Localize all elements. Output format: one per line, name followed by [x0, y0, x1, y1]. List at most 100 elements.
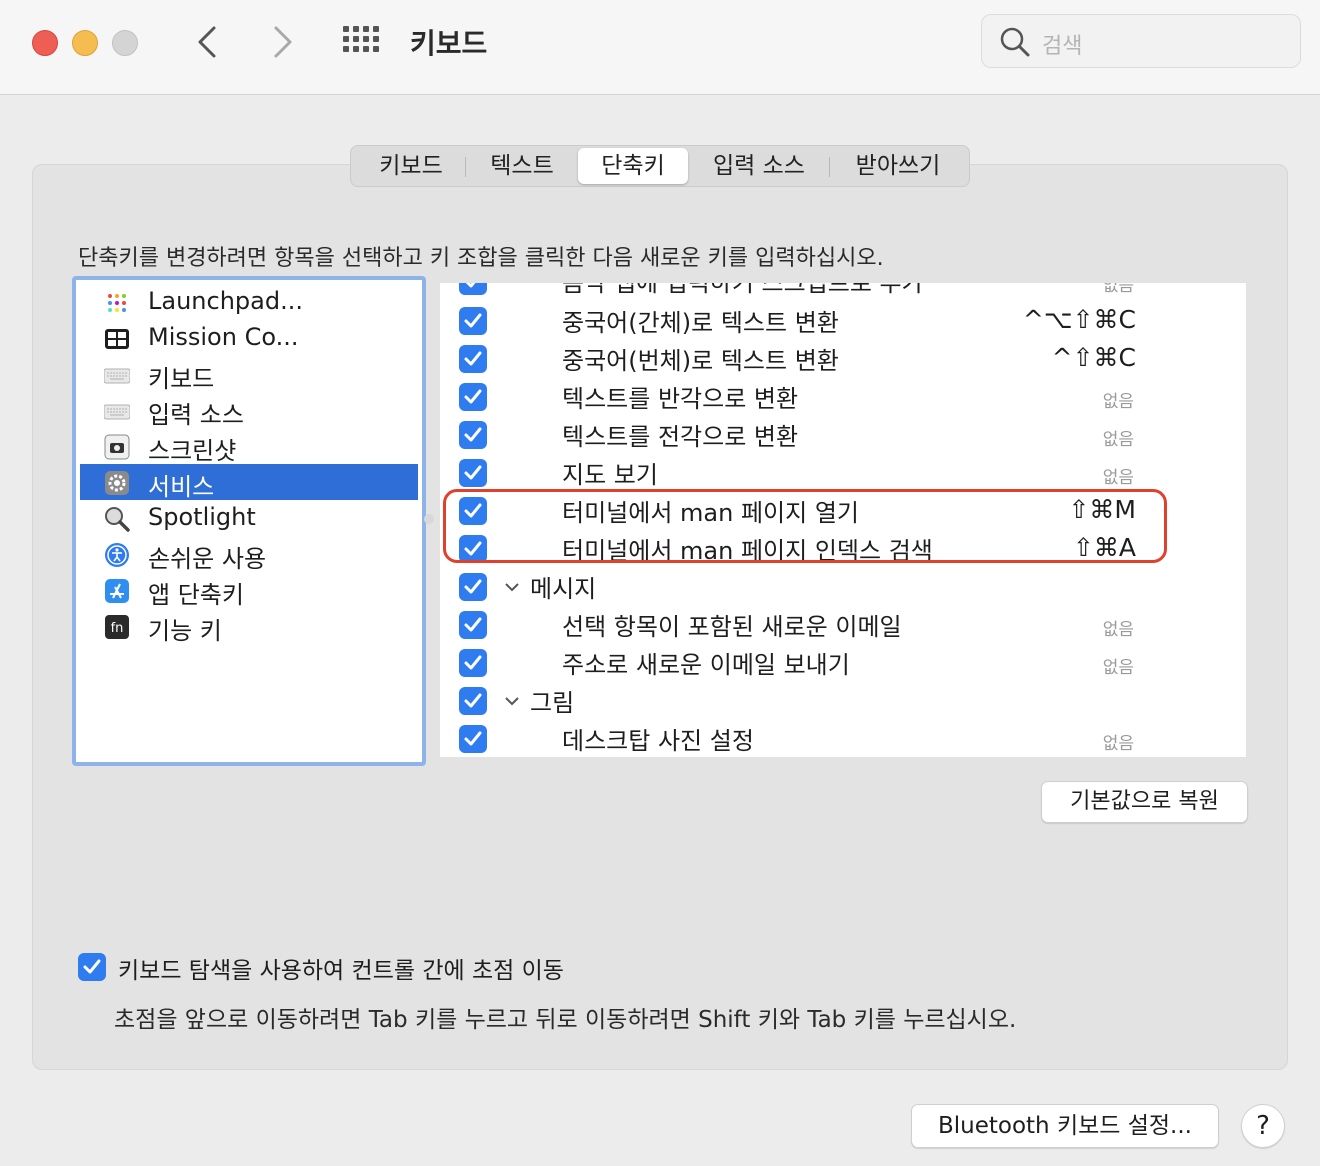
help-button[interactable]: ? [1241, 1104, 1285, 1148]
category-spotlight[interactable]: Spotlight [80, 500, 418, 536]
shortcut-row[interactable]: 터미널에서 man 페이지 인덱스 검색 ⇧⌘A [440, 531, 1246, 569]
shortcut-keys[interactable]: ⇧⌘A [1073, 533, 1136, 562]
category-launchpad[interactable]: Launchpad... [80, 284, 418, 320]
checkmark-icon [464, 313, 482, 328]
restore-defaults-button[interactable]: 기본값으로 복원 [1041, 781, 1248, 823]
shortcut-keys[interactable]: ^⇧⌘C [1052, 343, 1136, 372]
accessibility-icon [105, 543, 129, 567]
title-bar: 키보드 검색 [0, 0, 1320, 95]
category-accessibility[interactable]: 손쉬운 사용 [80, 536, 418, 573]
category-label: Launchpad... [148, 287, 303, 315]
checkmark-icon [83, 959, 101, 974]
group-checkbox[interactable] [459, 573, 487, 601]
shortcut-none[interactable]: 없음 [1103, 463, 1134, 488]
tab-shortcuts[interactable]: 단축키 [578, 148, 688, 184]
shortcut-none[interactable]: 없음 [1103, 615, 1134, 640]
shortcut-checkbox[interactable] [459, 307, 487, 335]
group-label: 그림 [530, 689, 575, 717]
shortcut-row[interactable]: 중국어(번체)로 텍스트 변환 ^⇧⌘C [440, 341, 1246, 379]
zoom-window-button[interactable] [112, 30, 138, 56]
tab-input-sources[interactable]: 입력 소스 [695, 146, 823, 186]
disclosure-chevron-icon[interactable] [504, 581, 520, 593]
group-row-messages[interactable]: 메시지 [440, 569, 1246, 607]
shortcut-checkbox[interactable] [459, 383, 487, 411]
checkmark-icon [464, 351, 482, 366]
shortcut-none[interactable]: 없음 [1103, 653, 1134, 678]
category-label: Spotlight [148, 503, 256, 531]
back-button[interactable] [188, 22, 228, 62]
tab-dictation[interactable]: 받아쓰기 [837, 146, 959, 186]
category-keyboard[interactable]: 키보드 [80, 356, 418, 393]
shortcut-checkbox[interactable] [459, 421, 487, 449]
shortcut-checkbox[interactable] [459, 611, 487, 639]
shortcut-checkbox[interactable] [459, 649, 487, 677]
tab-text[interactable]: 텍스트 [473, 146, 571, 186]
category-label: 서비스 [148, 473, 215, 501]
shortcut-row[interactable]: 중국어(간체)로 텍스트 변환 ^⌥⇧⌘C [440, 303, 1246, 341]
screenshot-icon [104, 434, 130, 460]
fn-key-icon: fn [105, 615, 129, 639]
search-field[interactable]: 검색 [981, 14, 1301, 68]
category-mission-control[interactable]: Mission Co... [80, 320, 418, 356]
shortcut-checkbox[interactable] [459, 535, 487, 563]
shortcut-none[interactable]: 없음 [1103, 729, 1134, 754]
shortcut-row[interactable]: 지도 보기 없음 [440, 455, 1246, 493]
keyboard-navigation-checkbox[interactable] [78, 953, 106, 981]
shortcut-none[interactable]: 없음 [1103, 387, 1134, 412]
tab-keyboard[interactable]: 키보드 [361, 146, 461, 186]
shortcut-none[interactable]: 없음 [1103, 425, 1134, 450]
category-function-keys[interactable]: fn 기능 키 [80, 608, 418, 645]
category-list: Launchpad... Mission Co... 키보드 입력 소스 스크린… [72, 276, 426, 766]
window-title: 키보드 [410, 27, 488, 60]
shortcut-row[interactable]: 음악 탭에 입력하기 스크립트로 추가 없음 [440, 283, 1246, 301]
instruction-text: 단축키를 변경하려면 항목을 선택하고 키 조합을 클릭한 다음 새로운 키를 … [78, 246, 884, 271]
category-services[interactable]: 서비스 [80, 464, 418, 501]
disclosure-chevron-icon[interactable] [504, 695, 520, 707]
category-app-shortcuts[interactable]: 앱 단축키 [80, 572, 418, 609]
shortcut-row[interactable]: 선택 항목이 포함된 새로운 이메일 없음 [440, 607, 1246, 645]
shortcut-keys[interactable]: ⇧⌘M [1068, 495, 1136, 524]
show-all-grid-button[interactable] [343, 26, 383, 58]
shortcut-row[interactable]: 텍스트를 전각으로 변환 없음 [440, 417, 1246, 455]
bluetooth-keyboard-setup-button[interactable]: Bluetooth 키보드 설정... [911, 1104, 1219, 1148]
forward-button[interactable] [262, 22, 302, 62]
shortcut-checkbox[interactable] [459, 283, 487, 295]
shortcut-checkbox[interactable] [459, 725, 487, 753]
shortcut-row[interactable]: 터미널에서 man 페이지 열기 ⇧⌘M [440, 493, 1246, 531]
group-label: 메시지 [530, 575, 597, 603]
shortcut-none[interactable]: 없음 [1103, 283, 1134, 296]
shortcut-checkbox[interactable] [459, 345, 487, 373]
shortcut-checkbox[interactable] [459, 497, 487, 525]
keyboard-navigation-label[interactable]: 키보드 탐색을 사용하여 컨트롤 간에 초점 이동 [118, 951, 564, 985]
category-label: 손쉬운 사용 [148, 545, 267, 573]
chevron-right-icon [274, 26, 292, 58]
checkmark-icon [464, 541, 482, 556]
chevron-left-icon [198, 26, 216, 58]
shortcut-row[interactable]: 데스크탑 사진 설정 없음 [440, 721, 1246, 757]
minimize-window-button[interactable] [72, 30, 98, 56]
shortcut-row[interactable]: 주소로 새로운 이메일 보내기 없음 [440, 645, 1246, 683]
checkmark-icon [464, 427, 482, 442]
input-source-icon [104, 404, 130, 420]
shortcut-checkbox[interactable] [459, 459, 487, 487]
shortcut-label: 데스크탑 사진 설정 [562, 727, 754, 755]
mission-control-icon [105, 329, 129, 349]
gear-icon [105, 471, 129, 495]
checkmark-icon [465, 283, 476, 288]
split-view-handle[interactable] [424, 514, 434, 524]
shortcut-row[interactable]: 텍스트를 반각으로 변환 없음 [440, 379, 1246, 417]
spotlight-icon [105, 507, 130, 532]
group-checkbox[interactable] [459, 687, 487, 715]
checkmark-icon [464, 693, 482, 708]
close-window-button[interactable] [32, 30, 58, 56]
keyboard-navigation-description: 초점을 앞으로 이동하려면 Tab 키를 누르고 뒤로 이동하려면 Shift … [114, 1007, 1017, 1033]
group-row-pictures[interactable]: 그림 [440, 683, 1246, 721]
shortcut-keys[interactable]: ^⌥⇧⌘C [1023, 305, 1136, 334]
checkmark-icon [464, 465, 482, 480]
category-input-sources[interactable]: 입력 소스 [80, 392, 418, 429]
search-placeholder: 검색 [1042, 34, 1083, 59]
category-screenshot[interactable]: 스크린샷 [80, 428, 418, 465]
keyboard-icon [104, 368, 130, 384]
category-label: 키보드 [148, 365, 215, 393]
checkmark-icon [464, 389, 482, 404]
